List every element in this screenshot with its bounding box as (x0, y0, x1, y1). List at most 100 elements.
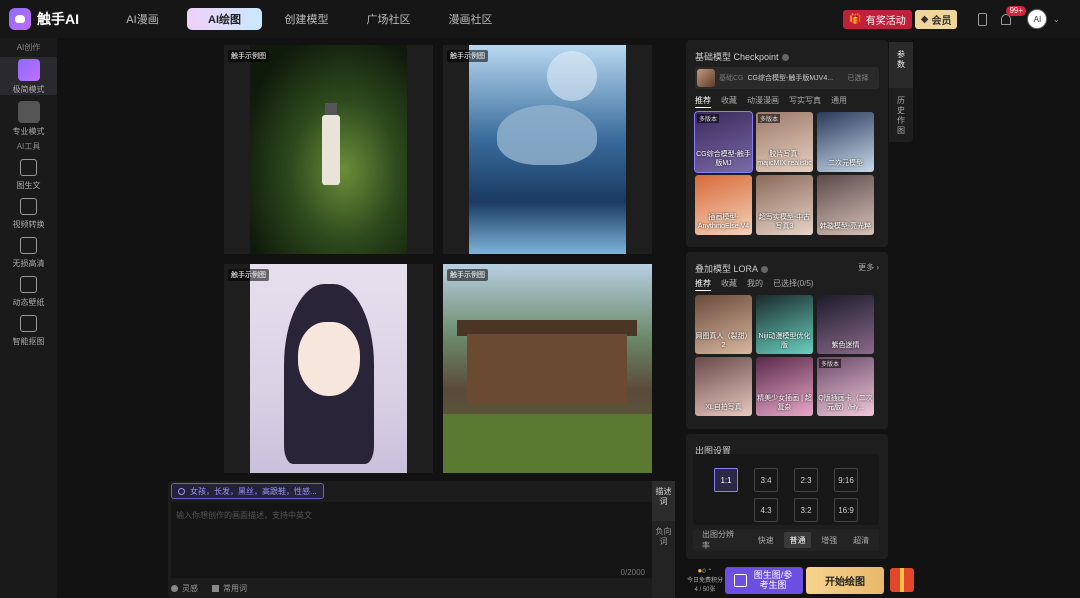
resolution-row: 出图分辨率 快速 普通 增强 超清 (693, 529, 879, 551)
base-model-card[interactable]: 多版本 胶片写真-majicMIX realistic (756, 112, 813, 172)
res-ultra[interactable]: 超清 (847, 532, 875, 548)
start-generate-button[interactable]: 开始绘图 (806, 566, 884, 594)
tab-params[interactable]: 参数 (889, 42, 913, 88)
lora-card[interactable]: 多版本 Q版插画卡（二次元版）/Hy... (817, 357, 874, 416)
lora-card[interactable]: 精美少女插画 | 超复杂 (756, 357, 813, 416)
sidebar-item-image-to-text[interactable]: 图生文 (0, 156, 57, 191)
info-icon[interactable] (761, 266, 769, 274)
gift-box-icon[interactable] (890, 568, 914, 592)
tab-lora-recommend[interactable]: 推荐 (695, 278, 711, 291)
base-model-tag: 多版本 (758, 114, 781, 123)
sidebar-item-video-convert[interactable]: 视频转换 (0, 195, 57, 230)
avatar[interactable]: AI (1027, 9, 1048, 29)
aspect-ratio-group: 1:1 3:4 2:3 9:16 4:3 3:2 16:9 (693, 454, 879, 525)
ratio-16-9[interactable]: 16:9 (834, 498, 858, 522)
image-icon (734, 573, 747, 587)
selected-model[interactable]: 基础CG CG综合模型-触手版MJV4... 已选择 (695, 67, 879, 89)
res-fast[interactable]: 快速 (752, 532, 780, 548)
tab-negative[interactable]: 负向词 (652, 521, 675, 547)
cost-value: 0 (702, 568, 706, 575)
ratio-1-1[interactable]: 1:1 (714, 468, 738, 492)
sidebar-item-simple-mode[interactable]: 极简模式 (0, 57, 57, 95)
tab-description[interactable]: 描述词 (652, 481, 675, 521)
sidebar-item-hd[interactable]: 无损高清 (0, 234, 57, 269)
cost-info: ●0 ⌃ 今日免费积分 4 / 50张 (686, 565, 723, 593)
base-model-card[interactable]: 二次元模型 (817, 112, 874, 172)
prompt-suggestion-chip[interactable]: 女孩，长发，黑丝，高跟鞋，性感... (171, 483, 324, 499)
cutout-icon (20, 315, 37, 332)
sidebar-section-tools: AI工具 (16, 142, 41, 151)
prompt-suggestions: 女孩，长发，黑丝，高跟鞋，性感... (171, 483, 651, 501)
example-card[interactable]: 触手示例图 (443, 264, 652, 473)
tab-favorite[interactable]: 收藏 (721, 95, 737, 108)
res-enhanced[interactable]: 增强 (815, 532, 843, 548)
sidebar-item-live-wallpaper[interactable]: 动态壁纸 (0, 273, 57, 308)
notifications[interactable]: 99+ (1001, 5, 1027, 25)
top-bar: 触手AI AI漫画 AI绘图 创建模型 广场社区 漫画社区 🎁 有奖活动 ◆ 会… (0, 0, 1080, 38)
ratio-3-2[interactable]: 3:2 (794, 498, 818, 522)
lora-card[interactable]: XL自拍写真 (695, 357, 752, 416)
lora-tabs: 推荐 收藏 我的 已选择(0/5) (695, 278, 823, 291)
base-model-card[interactable]: 插画模型-AnythingElse V4 (695, 175, 752, 235)
image-to-text-icon (20, 159, 37, 176)
ratio-2-3[interactable]: 2:3 (794, 468, 818, 492)
info-icon[interactable] (781, 54, 789, 62)
ratio-4-3[interactable]: 4:3 (754, 498, 778, 522)
mobile-icon[interactable] (978, 12, 988, 26)
selected-model-status: 已选择 (847, 75, 869, 82)
member-button[interactable]: ◆ 会员 (914, 9, 958, 29)
event-button[interactable]: 🎁 有奖活动 (843, 9, 912, 29)
example-card[interactable]: 触手示例图 (443, 45, 652, 254)
base-model-title: 基础模型 Checkpoint (695, 50, 789, 63)
res-normal[interactable]: 普通 (783, 532, 812, 548)
lora-card[interactable]: 网图真人（裂甜）2 (695, 295, 752, 354)
sidebar-item-pro-mode[interactable]: 专业模式 (0, 99, 57, 137)
tab-lora-favorite[interactable]: 收藏 (721, 278, 737, 291)
nav-comic-community[interactable]: 漫画社区 (433, 8, 508, 30)
base-model-card[interactable]: 韩璇模型-亮光粹 (817, 175, 874, 235)
tab-realistic[interactable]: 写实写真 (789, 95, 821, 108)
tab-lora-selected[interactable]: 已选择(0/5) (773, 278, 813, 291)
tab-general[interactable]: 通用 (831, 95, 847, 108)
bulb-icon (171, 585, 178, 592)
nav-square[interactable]: 广场社区 (351, 8, 426, 30)
base-model-label: CG综合模型-触手版MJ (696, 151, 751, 167)
video-convert-icon (20, 198, 37, 215)
cost-sub: 今日免费积分 (686, 577, 723, 584)
refresh-icon (178, 487, 185, 495)
settings-panel: 基础模型 Checkpoint 基础CG CG综合模型-触手版MJV4... 已… (686, 40, 914, 598)
common-words-button[interactable]: 常用词 (212, 583, 247, 594)
app-root: 触手AI AI漫画 AI绘图 创建模型 广场社区 漫画社区 🎁 有奖活动 ◆ 会… (0, 0, 1080, 598)
tab-recommend[interactable]: 推荐 (695, 95, 711, 108)
prompt-input[interactable] (171, 502, 652, 578)
lora-card[interactable]: Niji动漫模型优化版 (756, 295, 813, 354)
tab-lora-mine[interactable]: 我的 (747, 278, 763, 291)
example-card[interactable]: 触手示例图 (224, 264, 433, 473)
cost-count: 4 / 50张 (694, 586, 716, 593)
logo[interactable]: 触手AI (9, 8, 105, 30)
example-tag: 触手示例图 (447, 50, 488, 62)
inspiration-label: 灵感 (182, 584, 198, 593)
example-tag: 触手示例图 (228, 269, 269, 281)
sidebar-item-label: 图生文 (16, 181, 41, 190)
nav-ai-painting[interactable]: AI绘图 (187, 8, 262, 30)
base-model-card[interactable]: 多版本 CG综合模型-触手版MJ (694, 111, 753, 173)
lora-card[interactable]: 紫色迷情 (817, 295, 874, 354)
ratio-9-16[interactable]: 9:16 (834, 468, 858, 492)
ratio-3-4[interactable]: 3:4 (754, 468, 778, 492)
hd-icon (20, 237, 37, 254)
inspiration-button[interactable]: 灵感 (171, 583, 198, 594)
lora-more-link[interactable]: 更多 › (858, 262, 879, 273)
example-card[interactable]: 触手示例图 (224, 45, 433, 254)
tab-anime[interactable]: 动漫漫画 (747, 95, 779, 108)
sidebar-item-cutout[interactable]: 智能抠图 (0, 312, 57, 347)
nav-create-model[interactable]: 创建模型 (269, 8, 344, 30)
lora-label: XL自拍写真 (705, 404, 742, 411)
chevron-down-icon[interactable]: ⌄ (1052, 14, 1060, 25)
base-model-card[interactable]: 超写实模型-中古写真3 (756, 175, 813, 235)
lora-label: Q版插画卡（二次元版）/Hy... (818, 395, 873, 411)
nav-ai-comic[interactable]: AI漫画 (105, 8, 180, 30)
reference-image-button[interactable]: 图生图/参考生图 (725, 566, 803, 594)
base-model-tabs: 推荐 收藏 动漫漫画 写实写真 通用 (695, 95, 857, 108)
tab-history[interactable]: 历史作图 (889, 88, 913, 136)
